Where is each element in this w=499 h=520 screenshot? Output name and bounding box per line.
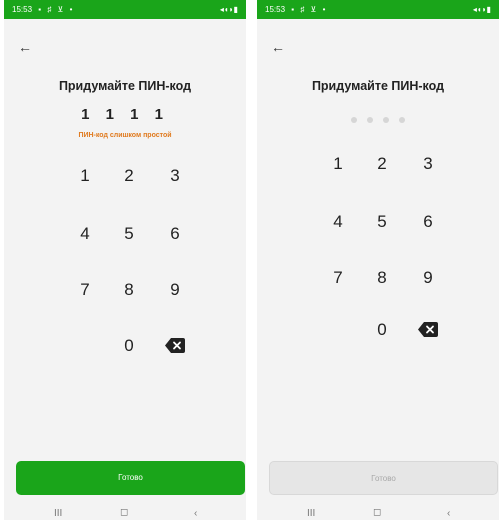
home-icon[interactable]: ◻ [120,507,128,518]
key-4[interactable]: 4 [65,218,105,250]
key-6[interactable]: 6 [408,206,448,238]
pin-dots [257,110,499,128]
status-bar: 15:53 ▪ ♯ ⊻ • ◂◖◗▮ [257,0,499,19]
status-system-icons: ◂◖◗▮ [219,5,238,14]
key-8[interactable]: 8 [362,262,402,294]
page-title: Придумайте ПИН-код [311,79,445,93]
status-system-icons: ◂◖◗▮ [472,5,491,14]
key-7[interactable]: 7 [65,274,105,306]
status-time: 15:53 [12,5,33,14]
status-bar: 15:53 ▪ ♯ ⊻ • ◂◖◗▮ [4,0,246,19]
phone-screen-error: 15:53 ▪ ♯ ⊻ • ◂◖◗▮ ← Придумайте ПИН-код … [4,0,246,520]
key-3[interactable]: 3 [408,148,448,180]
phone-screen-empty: 15:53 ▪ ♯ ⊻ • ◂◖◗▮ ← Придумайте ПИН-код … [257,0,499,520]
status-time: 15:53 [265,5,286,14]
recent-apps-icon[interactable]: III [307,508,315,519]
pin-dot [383,117,389,123]
key-2[interactable]: 2 [109,160,149,192]
done-button[interactable]: Готово [16,461,245,495]
key-6[interactable]: 6 [155,218,195,250]
back-arrow-icon: ← [271,39,285,55]
android-nav-bar: III ◻ ‹ [4,507,246,520]
done-button-disabled[interactable]: Готово [269,461,498,495]
pin-dot [367,117,373,123]
key-2[interactable]: 2 [362,148,402,180]
recent-apps-icon[interactable]: III [54,508,62,519]
key-7[interactable]: 7 [318,262,358,294]
back-button[interactable]: ← [18,40,32,54]
nav-back-icon[interactable]: ‹ [447,508,450,519]
status-notification-icons: ▪ ♯ ⊻ • [291,5,328,14]
back-arrow-icon: ← [18,39,32,55]
back-button[interactable]: ← [271,40,285,54]
key-9[interactable]: 9 [408,262,448,294]
pin-display: 1 1 1 1 [81,106,169,123]
key-8[interactable]: 8 [109,274,149,306]
key-1[interactable]: 1 [65,160,105,192]
key-0[interactable]: 0 [362,314,402,346]
key-5[interactable]: 5 [362,206,402,238]
page-title: Придумайте ПИН-код [58,79,192,93]
android-nav-bar: III ◻ ‹ [257,507,499,520]
status-notification-icons: ▪ ♯ ⊻ • [38,5,75,14]
key-4[interactable]: 4 [318,206,358,238]
backspace-button[interactable] [408,314,448,346]
key-1[interactable]: 1 [318,148,358,180]
key-9[interactable]: 9 [155,274,195,306]
key-3[interactable]: 3 [155,160,195,192]
pin-dot [399,117,405,123]
backspace-icon [418,322,438,337]
pin-error-message: ПИН-код слишком простой [78,132,172,139]
home-icon[interactable]: ◻ [373,507,381,518]
pin-dot [351,117,357,123]
key-5[interactable]: 5 [109,218,149,250]
backspace-icon [165,338,185,353]
nav-back-icon[interactable]: ‹ [194,508,197,519]
keypad: 1 2 3 4 5 6 7 8 9 0 [257,148,499,388]
backspace-button[interactable] [155,330,195,362]
key-0[interactable]: 0 [109,330,149,362]
keypad: 1 2 3 4 5 6 7 8 9 0 [4,160,246,400]
